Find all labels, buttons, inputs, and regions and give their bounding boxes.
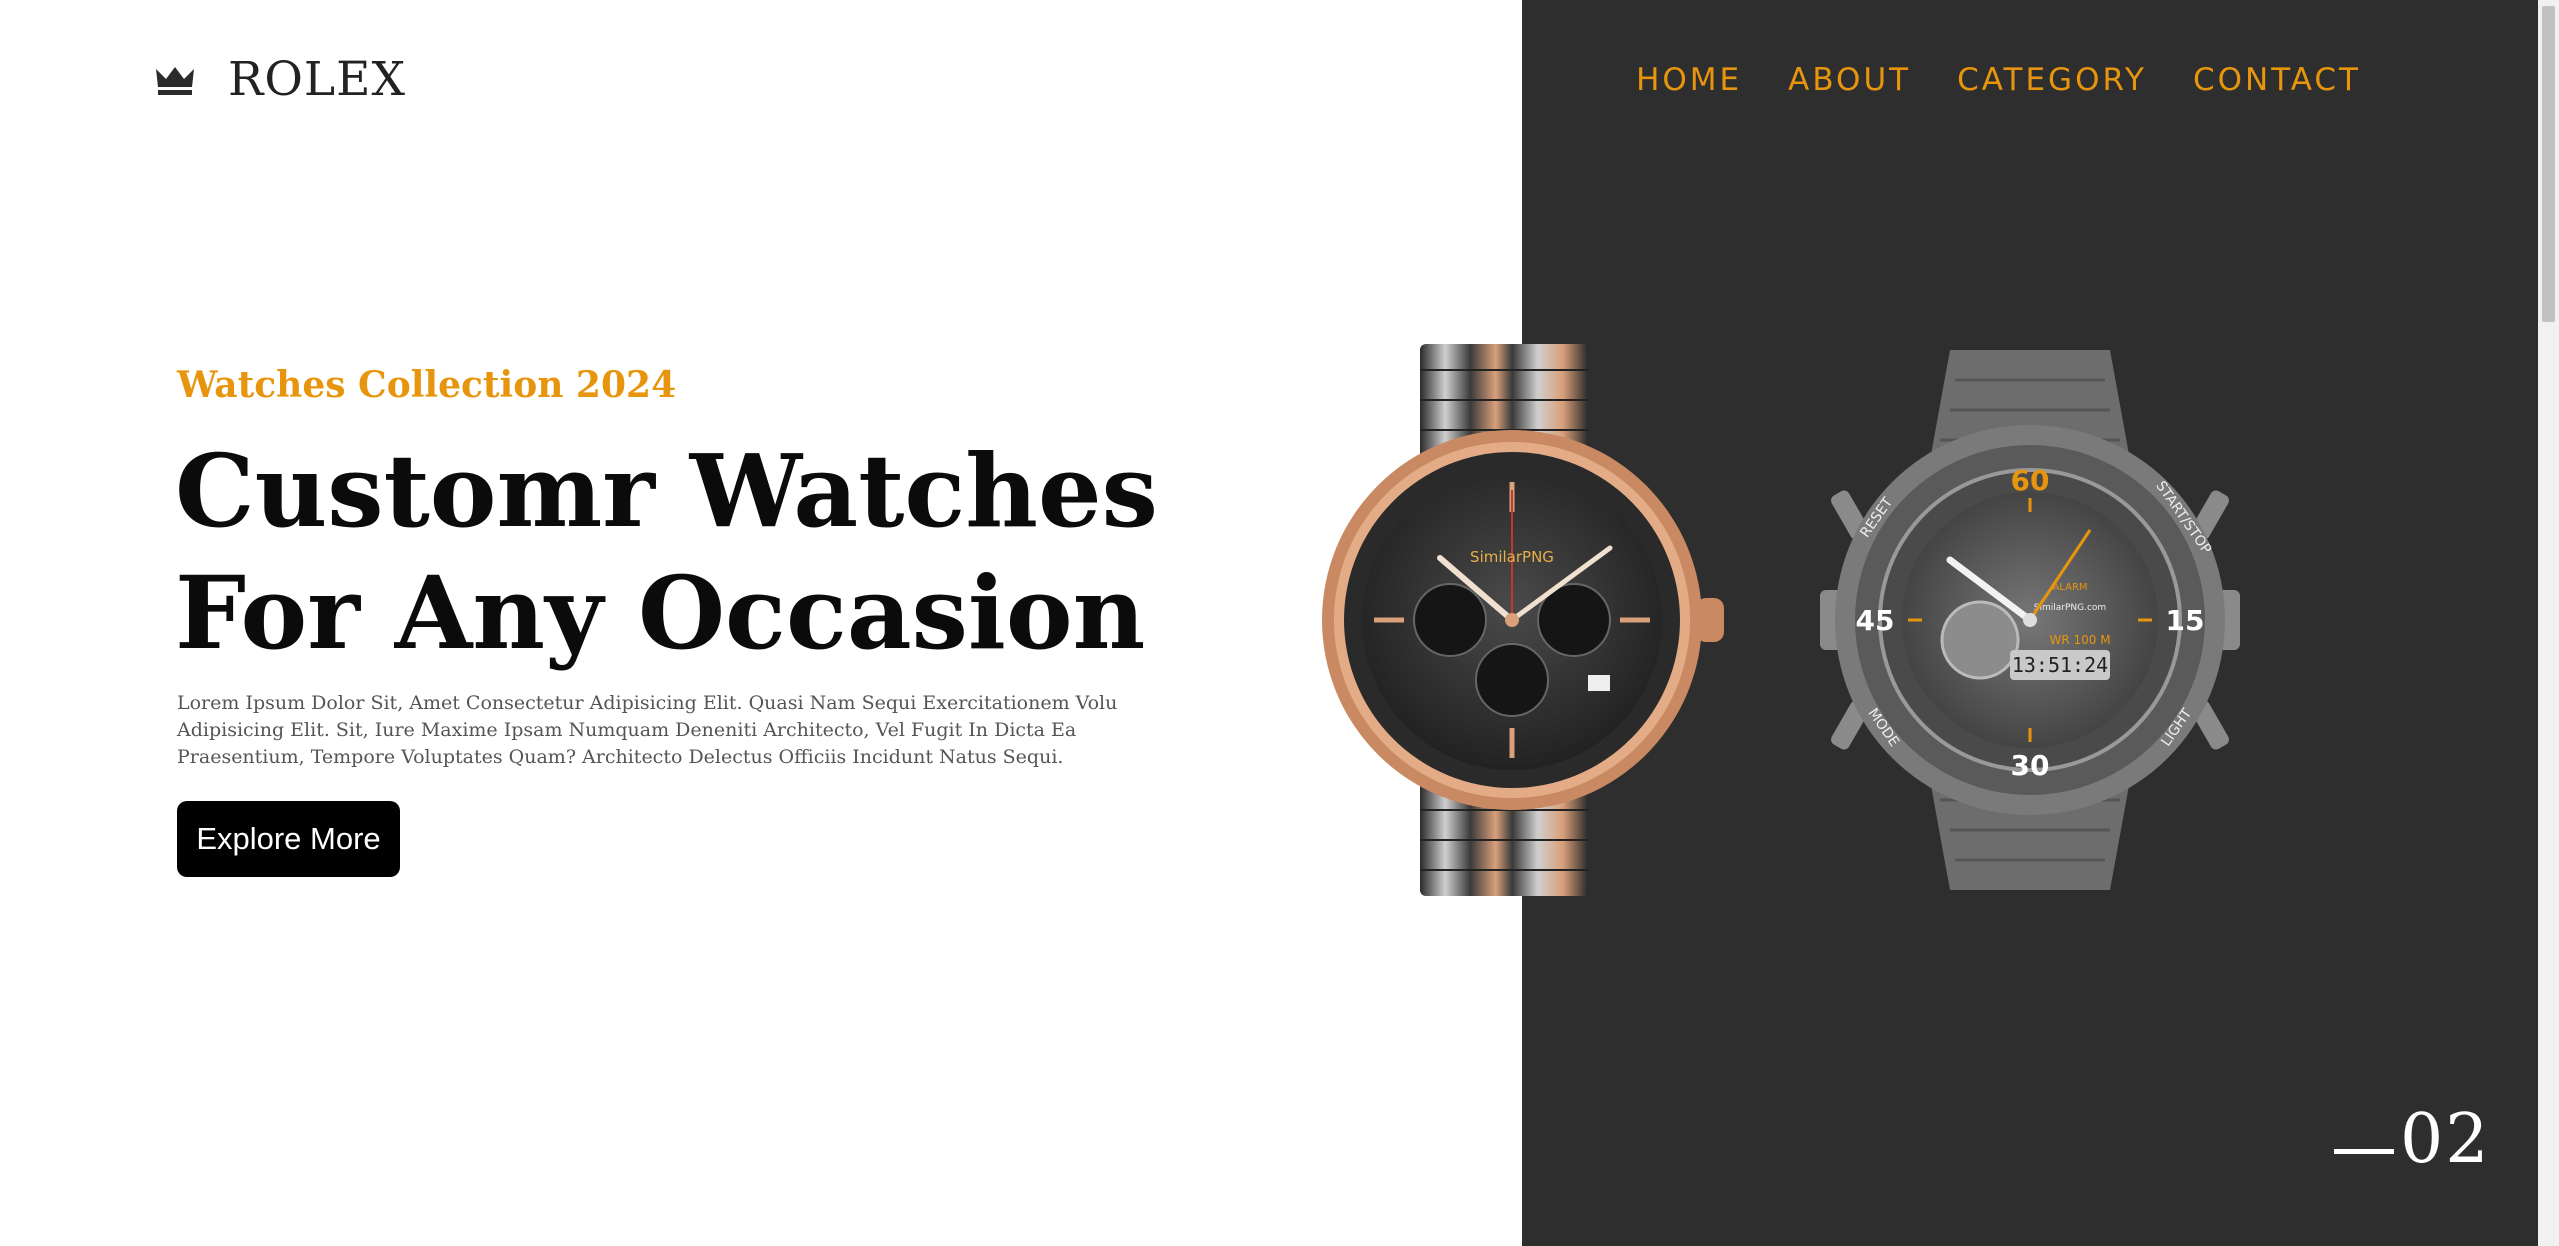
slide-dash	[2334, 1149, 2394, 1154]
brand-name: ROLEX	[228, 52, 406, 107]
watch-right-bottom-number: 30	[2011, 749, 2050, 782]
sport-watch-image: 13:51:24 60 30 45 15 ALARM SimilarPNG.co…	[1820, 350, 2240, 890]
page-scrollbar[interactable]	[2538, 0, 2559, 1246]
watch-right-alarm: ALARM	[2052, 582, 2087, 593]
headline-line-1: Customr Watches	[175, 432, 1158, 550]
logo[interactable]: ROLEX	[154, 52, 406, 107]
slide-counter: 02	[2334, 1100, 2491, 1179]
watch-right-water: WR 100 M	[2049, 633, 2110, 647]
rose-gold-watch-image: SimilarPNG	[1322, 344, 1724, 896]
nav-home[interactable]: HOME	[1636, 62, 1742, 98]
nav-about[interactable]: ABOUT	[1788, 62, 1911, 98]
hero-description: Lorem Ipsum Dolor Sit, Amet Consectetur …	[177, 692, 1118, 768]
watch-left-brand: SimilarPNG	[1470, 548, 1554, 566]
watch-right-brand: SimilarPNG.com	[2034, 603, 2106, 613]
crown-icon	[156, 66, 194, 95]
hero-headline: Customr Watches For Any Occasion	[175, 430, 1175, 674]
watch-right-right-number: 15	[2166, 604, 2205, 637]
nav-category[interactable]: CATEGORY	[1957, 62, 2147, 98]
hero-eyebrow: Watches Collection 2024	[177, 364, 677, 406]
watch-right-digital-time: 13:51:24	[2012, 653, 2108, 677]
headline-line-2: For Any Occasion	[175, 554, 1146, 672]
scrollbar-thumb[interactable]	[2542, 6, 2555, 322]
main-nav: HOME ABOUT CATEGORY CONTACT	[1636, 62, 2361, 98]
watch-right-left-number: 45	[1856, 604, 1895, 637]
nav-contact[interactable]: CONTACT	[2193, 62, 2361, 98]
watch-right-top-number: 60	[2011, 464, 2050, 497]
explore-more-button[interactable]: Explore More	[177, 801, 400, 877]
slide-number: 02	[2400, 1100, 2491, 1179]
